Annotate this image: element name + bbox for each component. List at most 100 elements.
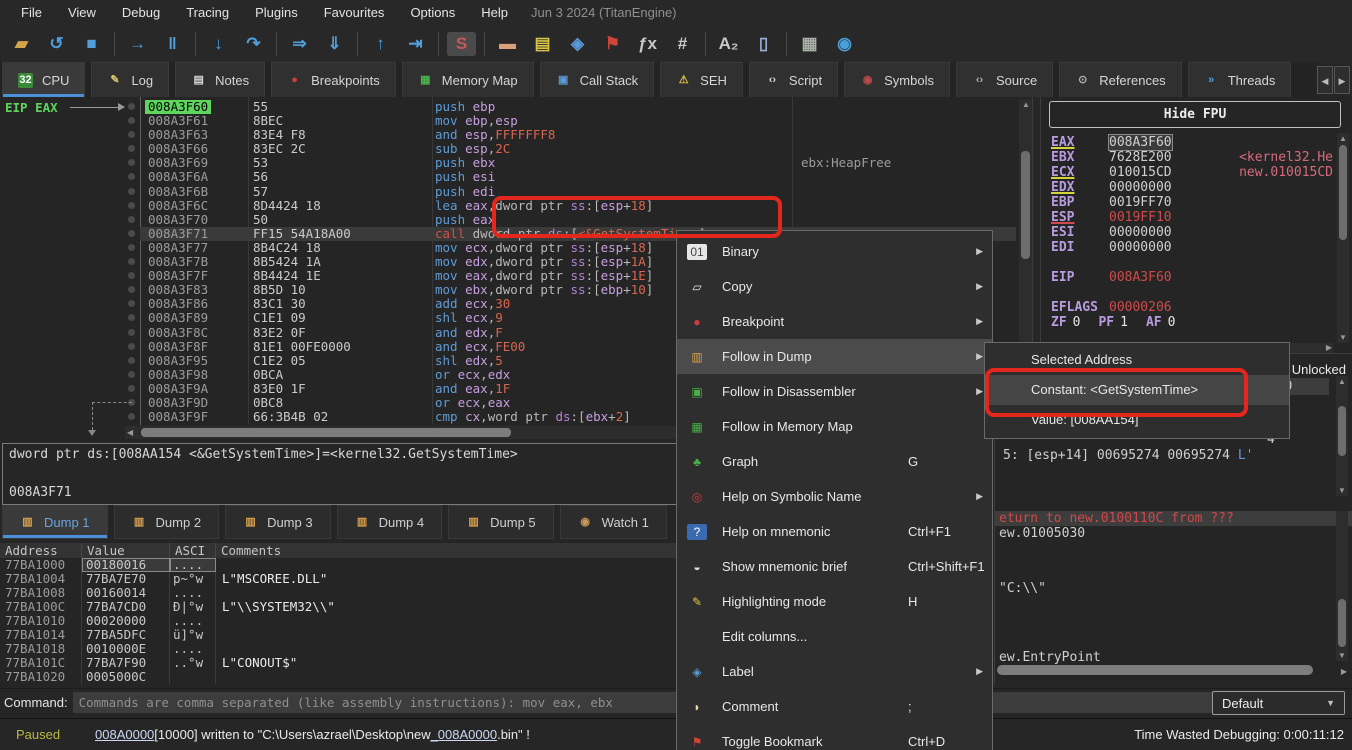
disassembly-row[interactable]: 008A3F6683EC 2Csub esp,2C <box>0 142 1016 156</box>
disassembly-row[interactable]: 008A3F7050push eax <box>0 213 1016 227</box>
disassembly-row[interactable]: 008A3F6B57push edi <box>0 185 1016 199</box>
tab-memory-map[interactable]: ▦Memory Map <box>402 62 534 97</box>
stack-hscroll-thumb[interactable] <box>997 665 1313 675</box>
restart-icon[interactable]: ↺ <box>42 32 71 56</box>
tab-seh[interactable]: ⚠SEH <box>660 62 743 97</box>
scroll-up-icon[interactable]: ▲ <box>1339 134 1347 143</box>
breakpoint-dot-icon[interactable] <box>128 371 135 378</box>
registers-vscroll-thumb[interactable] <box>1339 145 1347 240</box>
disassembly-row[interactable]: 008A3F6A56push esi <box>0 170 1016 184</box>
labels-icon[interactable]: ◈ <box>563 32 592 56</box>
execute-till-return-icon[interactable]: ↑ <box>366 32 395 56</box>
context-menu-item-binary[interactable]: 01Binary▶ <box>677 234 992 269</box>
notification-icon[interactable]: ▯ <box>749 32 778 56</box>
context-menu-item-help-on-symbolic-name[interactable]: ◎Help on Symbolic Name▶ <box>677 479 992 514</box>
menu-favourites[interactable]: Favourites <box>311 5 398 20</box>
preferences-icon[interactable]: ◉ <box>830 32 859 56</box>
menu-tracing[interactable]: Tracing <box>173 5 242 20</box>
tab-call-stack[interactable]: ▣Call Stack <box>540 62 655 97</box>
stack-row[interactable]: ew.01005030 <box>995 526 1085 541</box>
disassembly-row[interactable]: 008A3F6055push ebp <box>0 100 1016 114</box>
command-input[interactable] <box>73 692 1221 713</box>
breakpoint-dot-icon[interactable] <box>128 385 135 392</box>
column-header-address[interactable]: Address <box>0 543 82 558</box>
pause-icon[interactable]: ‖ <box>158 32 187 56</box>
breakpoint-dot-icon[interactable] <box>128 188 135 195</box>
column-header-asci[interactable]: ASCI <box>170 543 216 558</box>
disassembly-row[interactable]: 008A3F6383E4 F8and esp,FFFFFFF8 <box>0 128 1016 142</box>
stack-panel[interactable]: eturn to new.0100110C from ???ew.0100503… <box>994 505 1352 685</box>
tab-cpu[interactable]: 32CPU <box>2 62 85 97</box>
run-icon[interactable]: → <box>123 32 152 56</box>
context-menu-item-follow-in-memory-map[interactable]: ▦Follow in Memory Map <box>677 409 992 444</box>
scroll-right-icon[interactable]: ▶ <box>1326 343 1332 352</box>
register-row[interactable]: ESP0019FF10 <box>1051 210 1337 225</box>
register-row[interactable]: EIP008A3F60 <box>1051 270 1337 285</box>
disassembly-row[interactable]: 008A3F6953push ebxebx:HeapFree <box>0 156 1016 170</box>
tab-watch-1[interactable]: ◉Watch 1 <box>560 505 667 539</box>
scroll-down-icon[interactable]: ▼ <box>1338 651 1346 660</box>
breakpoint-dot-icon[interactable] <box>128 357 135 364</box>
register-row[interactable]: EDX00000000 <box>1051 180 1337 195</box>
stop-icon[interactable]: ■ <box>77 32 106 56</box>
scroll-left-icon[interactable]: ◀ <box>127 428 133 437</box>
context-menu-item-show-mnemonic-brief[interactable]: ◒Show mnemonic briefCtrl+Shift+F1 <box>677 549 992 584</box>
step-into-icon[interactable]: ↓ <box>204 32 233 56</box>
breakpoint-dot-icon[interactable] <box>128 343 135 350</box>
context-menu-item-comment[interactable]: ◗Comment; <box>677 689 992 724</box>
register-row[interactable]: ECX010015CDnew.010015CD <box>1051 165 1337 180</box>
menu-view[interactable]: View <box>55 5 109 20</box>
context-menu-item-edit-columns[interactable]: Edit columns... <box>677 619 992 654</box>
context-menu-item-follow-in-dump[interactable]: ▥Follow in Dump▶ <box>677 339 992 374</box>
functions-icon[interactable]: ƒx <box>633 32 662 56</box>
stack-hscrollbar[interactable] <box>997 664 1315 676</box>
menu-file[interactable]: File <box>8 5 55 20</box>
menu-help[interactable]: Help <box>468 5 521 20</box>
address-link[interactable]: _008A0000 <box>431 727 498 742</box>
bookmarks-icon[interactable]: ⚑ <box>598 32 627 56</box>
tab-scroll-left-button[interactable]: ◀ <box>1317 66 1333 94</box>
tab-source[interactable]: ‹›Source <box>956 62 1053 97</box>
stack-vscrollbar[interactable]: ▼ <box>1336 511 1348 661</box>
scroll-down-icon[interactable]: ▼ <box>1339 333 1347 342</box>
scroll-right-icon[interactable]: ▶ <box>1341 667 1347 676</box>
menu-plugins[interactable]: Plugins <box>242 5 311 20</box>
stack-row[interactable]: eturn to new.0100110C from ??? <box>995 511 1352 526</box>
profile-dropdown[interactable]: Default ▼ <box>1212 691 1345 715</box>
submenu-item-value-008aa154[interactable]: Value: [008AA154] <box>985 405 1289 435</box>
scroll-up-icon[interactable]: ▲ <box>1338 377 1346 386</box>
breakpoint-dot-icon[interactable] <box>128 103 135 110</box>
breakpoint-dot-icon[interactable] <box>128 216 135 223</box>
register-row[interactable]: ZF0PF1AF0 <box>1051 315 1337 330</box>
patches-icon[interactable]: ▬ <box>493 32 522 56</box>
step-over-icon[interactable]: ↷ <box>239 32 268 56</box>
step-into-source-icon[interactable]: ⇓ <box>320 32 349 56</box>
tab-dump-5[interactable]: ▥Dump 5 <box>448 505 554 539</box>
seh-chain-icon[interactable]: S <box>447 32 476 56</box>
stack-row[interactable]: ew.EntryPoint <box>995 650 1101 665</box>
context-menu-item-highlighting-mode[interactable]: ✎Highlighting modeH <box>677 584 992 619</box>
register-row[interactable]: EAX008A3F60 <box>1051 135 1337 150</box>
hash-icon[interactable]: # <box>668 32 697 56</box>
breakpoint-dot-icon[interactable] <box>128 230 135 237</box>
tab-dump-3[interactable]: ▥Dump 3 <box>225 505 331 539</box>
tab-notes[interactable]: ▤Notes <box>175 62 265 97</box>
open-file-icon[interactable]: ▰ <box>7 32 36 56</box>
submenu-item-constant-getsystemtime[interactable]: Constant: <GetSystemTime> <box>985 375 1289 405</box>
register-row[interactable]: EBP0019FF70 <box>1051 195 1337 210</box>
stack-vscroll-thumb[interactable] <box>1338 599 1346 647</box>
breakpoint-dot-icon[interactable] <box>128 329 135 336</box>
disasm-vscroll-thumb[interactable] <box>1021 151 1030 259</box>
calculator-icon[interactable]: ▦ <box>795 32 824 56</box>
tab-breakpoints[interactable]: ●Breakpoints <box>271 62 396 97</box>
scroll-down-icon[interactable]: ▼ <box>1338 486 1346 495</box>
context-menu-item-follow-in-disassembler[interactable]: ▣Follow in Disassembler▶ <box>677 374 992 409</box>
animate-into-icon[interactable]: ⇒ <box>285 32 314 56</box>
column-header-value[interactable]: Value <box>82 543 170 558</box>
tab-symbols[interactable]: ◉Symbols <box>844 62 950 97</box>
tab-dump-4[interactable]: ▥Dump 4 <box>337 505 443 539</box>
breakpoint-dot-icon[interactable] <box>128 202 135 209</box>
breakpoint-dot-icon[interactable] <box>128 413 135 420</box>
tab-script[interactable]: ‹›Script <box>749 62 838 97</box>
tab-dump-1[interactable]: ▥Dump 1 <box>2 505 108 539</box>
